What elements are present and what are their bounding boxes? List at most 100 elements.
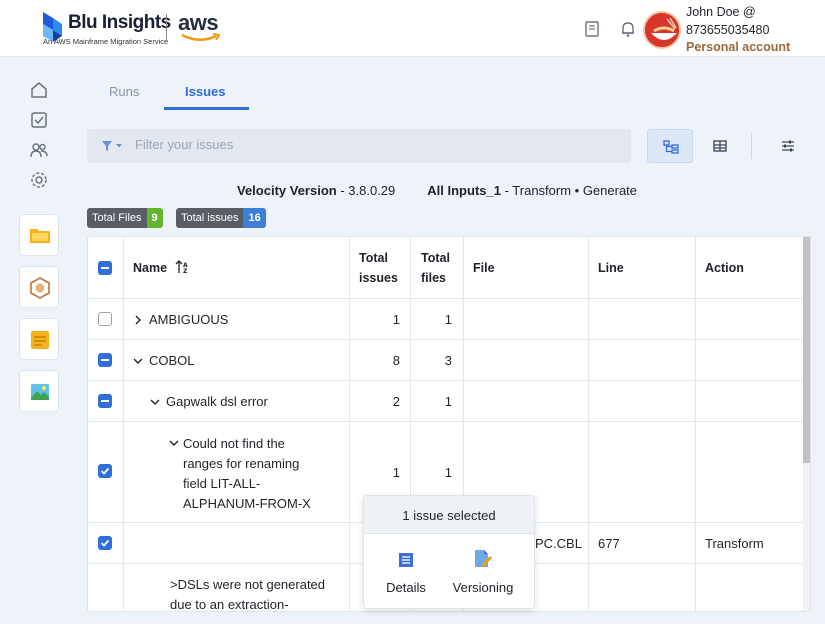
bell-icon[interactable] <box>620 20 636 38</box>
sidebar-app-hexagon[interactable] <box>19 266 59 308</box>
column-header-total-files[interactable]: Total files <box>421 248 450 288</box>
brand-divider <box>166 14 167 42</box>
select-all-checkbox[interactable] <box>98 261 112 275</box>
chevron-down-icon[interactable] <box>133 356 143 366</box>
folder-icon <box>30 229 50 243</box>
top-header: Blu Insights An AWS Mainframe Migration … <box>0 0 825 57</box>
row-name-line: due to an extraction- <box>170 597 289 612</box>
chevron-down-icon[interactable] <box>169 438 179 448</box>
column-header-total-files-line1: Total <box>421 251 450 265</box>
brand-title: Blu Insights <box>68 12 171 33</box>
svg-text:Z: Z <box>183 268 188 274</box>
column-header-total-issues-line2: issues <box>359 271 398 285</box>
filter-bar <box>87 129 631 163</box>
hexagon-icon <box>30 277 50 299</box>
tab-issues[interactable]: Issues <box>185 84 225 99</box>
row-total-files: 3 <box>444 353 452 368</box>
selection-count: 1 issue selected <box>402 508 496 523</box>
filter-input[interactable] <box>135 137 615 152</box>
row-checkbox[interactable] <box>98 464 112 478</box>
tab-runs[interactable]: Runs <box>109 84 139 99</box>
row-name-line: Could not find the <box>183 436 285 451</box>
version-summary: Velocity Version - 3.8.0.29 All Inputs_1 … <box>237 183 637 198</box>
sidebar-app-notes[interactable] <box>19 318 59 360</box>
velocity-version-value: 3.8.0.29 <box>348 183 396 198</box>
column-divider <box>349 237 350 611</box>
row-line: 677 <box>598 536 620 551</box>
row-checkbox[interactable] <box>98 536 112 550</box>
row-total-files: 1 <box>444 312 452 327</box>
row-divider <box>88 380 804 381</box>
total-issues-count: 16 <box>243 208 266 228</box>
total-files-label: Total Files <box>87 208 147 228</box>
inputs-label: All Inputs_1 <box>427 183 501 198</box>
table-row[interactable]: >DSLs were not generated due to an extra… <box>170 575 326 612</box>
details-button[interactable]: Details <box>366 536 446 606</box>
aws-smile-icon <box>181 33 221 41</box>
column-settings-button[interactable] <box>765 129 811 163</box>
sort-icon[interactable]: A Z <box>175 260 189 275</box>
checklist-icon[interactable] <box>29 110 49 130</box>
row-name: Gapwalk dsl error <box>166 394 268 409</box>
tree-view-button[interactable] <box>647 129 693 163</box>
image-icon <box>31 384 49 400</box>
row-checkbox[interactable] <box>98 394 112 408</box>
total-files-badge: Total Files 9 <box>87 208 163 228</box>
velocity-version-label: Velocity Version <box>237 183 337 198</box>
inputs-value: Transform • Generate <box>512 183 638 198</box>
row-total-files: 1 <box>444 465 452 480</box>
account-id: 873655035480 <box>686 23 770 37</box>
book-icon[interactable] <box>584 20 600 38</box>
selection-popup: 1 issue selected Details Versioning <box>363 495 535 609</box>
table-row[interactable]: Could not find the ranges for renaming f… <box>183 434 311 514</box>
users-icon[interactable] <box>29 140 49 160</box>
column-header-total-files-line2: files <box>421 271 447 285</box>
table-row[interactable]: COBOL <box>133 353 195 368</box>
total-issues-label: Total issues <box>176 208 244 228</box>
avatar-bowl-icon <box>645 13 679 47</box>
column-header-action[interactable]: Action <box>705 258 744 278</box>
user-name: John Doe @ <box>686 5 756 19</box>
version-separator: - <box>336 183 349 198</box>
check-icon <box>100 467 110 475</box>
row-name: AMBIGUOUS <box>149 312 229 327</box>
row-name-line: field LIT-ALL- <box>183 476 261 491</box>
home-icon[interactable] <box>29 80 49 100</box>
row-file[interactable]: PC.CBL <box>535 536 582 551</box>
row-total-issues: 8 <box>392 353 400 368</box>
filter-icon[interactable] <box>101 140 125 152</box>
notes-icon <box>31 331 49 349</box>
total-files-count: 9 <box>146 208 163 228</box>
column-divider <box>695 237 696 611</box>
row-total-files: 1 <box>444 394 452 409</box>
row-action: Transform <box>705 536 764 551</box>
column-divider <box>123 237 124 611</box>
row-checkbox[interactable] <box>98 312 112 326</box>
table-row[interactable]: AMBIGUOUS <box>133 312 228 327</box>
table-view-button[interactable] <box>697 129 743 163</box>
chevron-right-icon[interactable] <box>133 315 143 325</box>
row-name-line: ALPHANUM-FROM-X <box>183 496 311 511</box>
sidebar-app-image[interactable] <box>19 370 59 412</box>
versioning-icon <box>475 550 492 567</box>
column-header-file[interactable]: File <box>473 258 495 278</box>
table-row[interactable]: Gapwalk dsl error <box>150 394 268 409</box>
table-view-icon <box>713 140 727 152</box>
column-header-total-issues[interactable]: Total issues <box>359 248 398 288</box>
selection-popup-header: 1 issue selected <box>364 496 534 534</box>
chevron-down-icon[interactable] <box>150 397 160 407</box>
details-label: Details <box>386 580 426 595</box>
avatar[interactable] <box>643 11 681 49</box>
toolbar-divider <box>751 133 752 159</box>
gear-icon[interactable] <box>29 170 49 190</box>
account-type: Personal account <box>686 40 791 54</box>
table-scrollbar-thumb[interactable] <box>803 237 810 463</box>
versioning-button[interactable]: Versioning <box>443 536 523 606</box>
row-checkbox[interactable] <box>98 353 112 367</box>
row-name-line: >DSLs were not generated <box>170 577 326 592</box>
tree-view-icon <box>663 140 679 154</box>
inputs-separator: - <box>500 183 513 198</box>
sidebar-app-folder[interactable] <box>19 214 59 256</box>
column-header-line[interactable]: Line <box>598 258 624 278</box>
column-header-name[interactable]: Name A Z <box>133 258 189 278</box>
